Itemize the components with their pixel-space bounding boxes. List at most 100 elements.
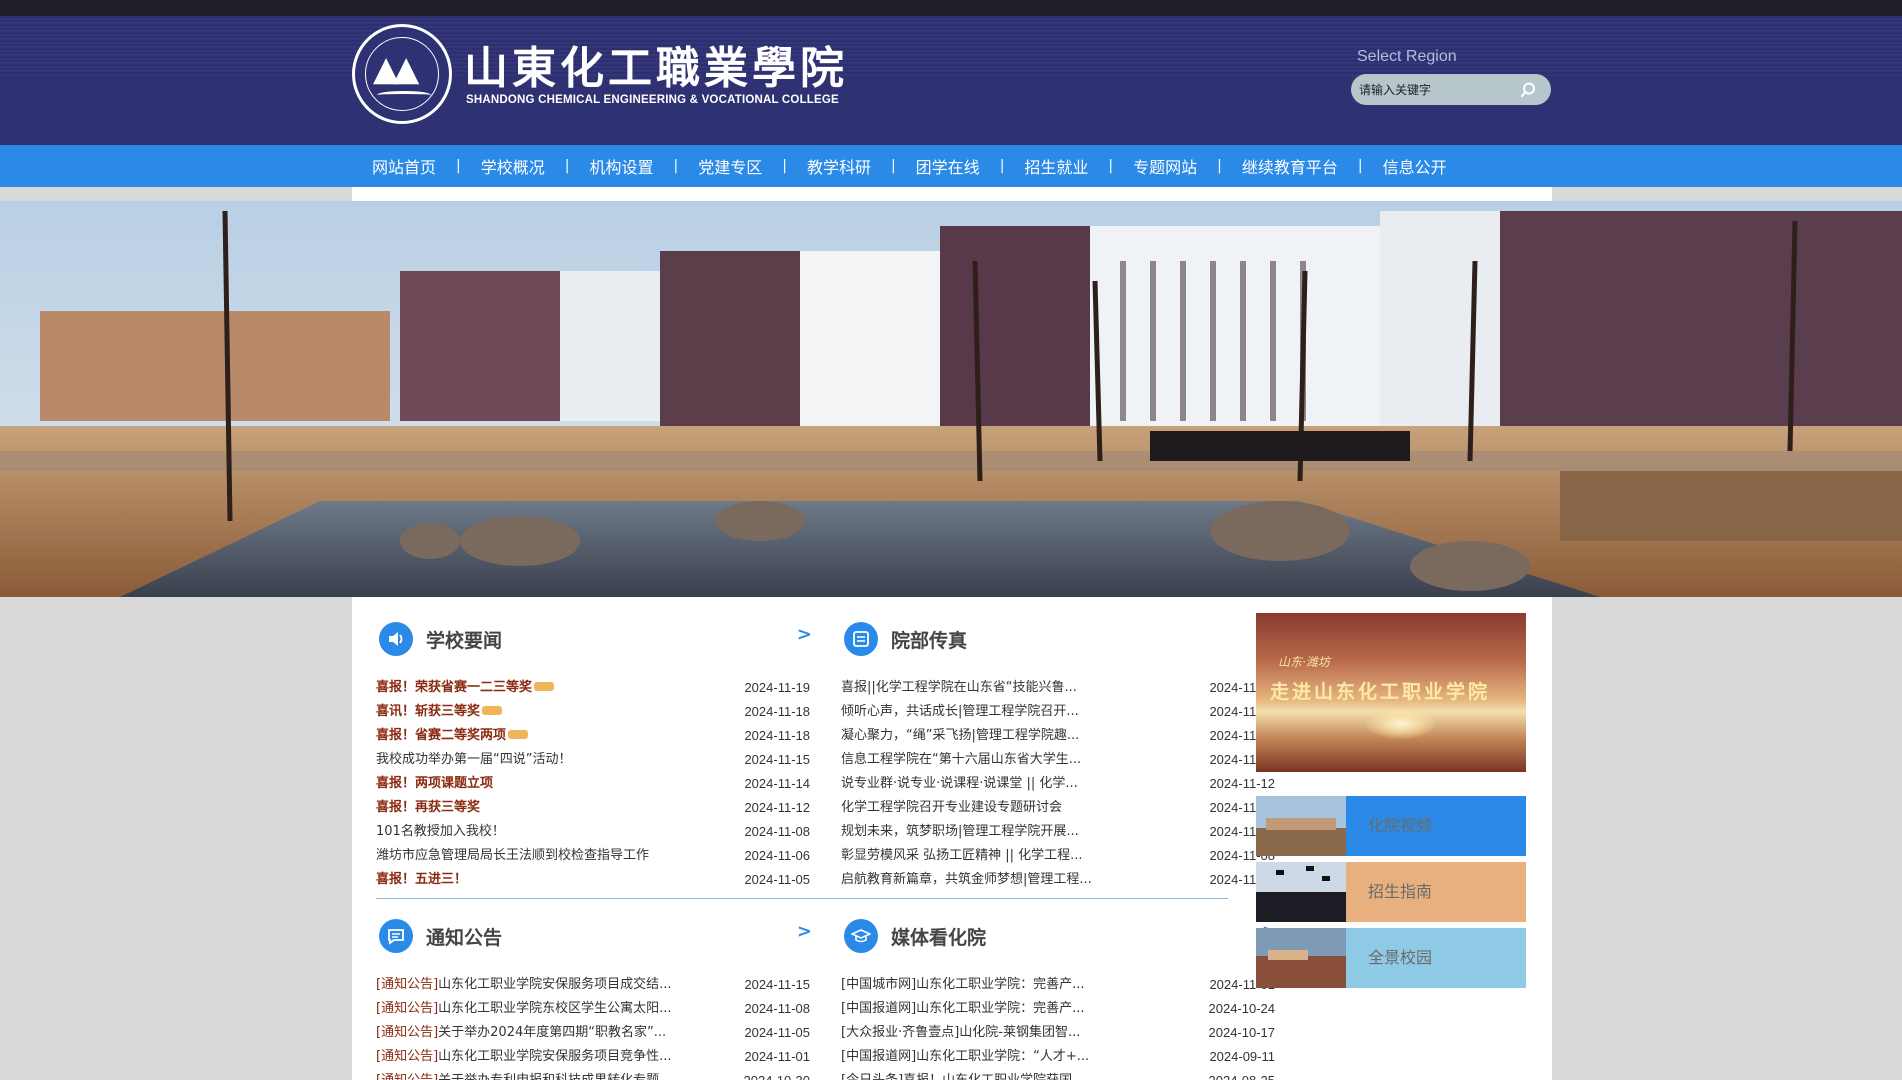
list-item[interactable]: 喜报！五进三！ 2024-11-05 xyxy=(376,868,814,892)
college-emblem: ▲▲ xyxy=(352,24,452,124)
news-list: 喜报！荣获省赛一二三等奖 2024-11-19 喜讯！斩获三等奖 2024-11-18… xyxy=(376,676,814,892)
item-text: 山东化工职业学院安保服务项目成交结... xyxy=(438,977,672,992)
item-date: 2024-11-19 xyxy=(744,680,810,695)
nav-item[interactable]: 学校概况 | xyxy=(461,154,570,178)
nav-item[interactable]: 教学科研 | xyxy=(787,154,896,178)
item-text: 喜报！五进三！ xyxy=(376,872,468,887)
logo-chinese-name: 山東化工職業學院 xyxy=(464,43,848,94)
select-region-link[interactable]: Select Region xyxy=(1357,48,1457,66)
quick-link-admissions[interactable]: 招生指南 xyxy=(1256,862,1526,922)
item-title: 信息工程学院在“第十六届山东省大学生... xyxy=(841,748,1161,772)
list-item[interactable]: 彰显劳模风采 弘扬工匠精神 || 化学工程... 2024-11-08 xyxy=(841,844,1279,868)
list-item[interactable]: 凝心聚力，“绳”采飞扬|管理工程学院趣... 2024-11-13 xyxy=(841,724,1279,748)
list-item[interactable]: [今日头条]喜报！山东化工职业学院获国... 2024-08-25 xyxy=(841,1069,1279,1080)
item-title: 喜报！荣获省赛一二三等奖 xyxy=(376,676,696,700)
quick-link-label: 全景校园 xyxy=(1346,928,1526,988)
item-date: 2024-11-14 xyxy=(744,776,810,791)
more-link[interactable]: > xyxy=(797,921,812,942)
campus-banner[interactable] xyxy=(0,201,1902,597)
nav-item-label: 信息公开 xyxy=(1382,158,1447,177)
nav-item-label: 教学科研 xyxy=(806,158,871,177)
list-item[interactable]: 信息工程学院在“第十六届山东省大学生... 2024-11-13 xyxy=(841,748,1279,772)
section-title: 院部传真 xyxy=(891,630,968,652)
search-icon[interactable] xyxy=(1519,81,1537,99)
list-item[interactable]: 潍坊市应急管理局局长王法顺到校检查指导工作 2024-11-06 xyxy=(376,844,814,868)
list-item[interactable]: 说专业群·说专业·说课程·说课堂 || 化学... 2024-11-12 xyxy=(841,772,1279,796)
nav-item[interactable]: 专题网站 | xyxy=(1113,154,1222,178)
list-item[interactable]: 化学工程学院召开专业建设专题研讨会 2024-11-10 xyxy=(841,796,1279,820)
nav-item-label: 机构设置 xyxy=(589,158,654,177)
nav-item[interactable]: 团学在线 | xyxy=(896,154,1005,178)
nav-item[interactable]: 招生就业 | xyxy=(1004,154,1113,178)
item-text: 喜报！再获三等奖 xyxy=(376,800,481,815)
list-item[interactable]: [通知公告]山东化工职业学院东校区学生公寓太阳... 2024-11-08 xyxy=(376,997,814,1021)
nav-item-label: 学校概况 xyxy=(480,158,545,177)
new-badge-icon xyxy=(482,706,503,715)
list-item[interactable]: 喜报！荣获省赛一二三等奖 2024-11-19 xyxy=(376,676,814,700)
section-title: 学校要闻 xyxy=(426,630,503,652)
graduation-cap-icon xyxy=(844,919,878,953)
item-date: 2024-11-01 xyxy=(744,1049,810,1064)
quick-link-label: 化院视频 xyxy=(1346,796,1526,856)
item-text: [中国城市网]山东化工职业学院：完善产... xyxy=(841,977,1085,992)
nav-list: 网站首页 | 学校概况 | 机构设置 | 党建专区 | 教学科研 | 团学在线 | 招生就业 | 专题网站 |… xyxy=(352,145,1467,187)
nav-item[interactable]: 信息公开 xyxy=(1363,154,1467,178)
item-text: 山东化工职业学院东校区学生公寓太阳... xyxy=(438,1001,672,1016)
quick-link-panorama[interactable]: 全景校园 xyxy=(1256,928,1526,988)
list-item[interactable]: 倾听心声，共话成长|管理工程学院召开... 2024-11-14 xyxy=(841,700,1279,724)
item-title: 倾听心声，共话成长|管理工程学院召开... xyxy=(841,700,1161,724)
item-title: [通知公告]山东化工职业学院东校区学生公寓太阳... xyxy=(376,997,696,1021)
list-item[interactable]: [中国城市网]山东化工职业学院：完善产... 2024-11-01 xyxy=(841,973,1279,997)
logo-english-name: SHANDONG CHEMICAL ENGINEERING & VOCATION… xyxy=(466,94,839,106)
item-title: 101名教授加入我校！ xyxy=(376,820,696,844)
item-date: 2024-10-30 xyxy=(744,1069,811,1080)
feature-promo-image[interactable]: 山东·潍坊 走进山东化工职业学院 xyxy=(1256,613,1526,772)
item-text: [大众报业·齐鲁壹点]山化院-莱钢集团智... xyxy=(841,1025,1081,1040)
more-link[interactable]: > xyxy=(797,624,812,645)
list-item[interactable]: [大众报业·齐鲁壹点]山化院-莱钢集团智... 2024-10-17 xyxy=(841,1021,1279,1045)
list-item[interactable]: [通知公告]山东化工职业学院安保服务项目成交结... 2024-11-15 xyxy=(376,973,814,997)
item-date: 2024-11-08 xyxy=(744,1001,810,1016)
quick-link-video[interactable]: 化院视频 xyxy=(1256,796,1526,856)
nav-item[interactable]: 机构设置 | xyxy=(569,154,678,178)
item-date: 2024-10-17 xyxy=(1208,1025,1276,1040)
list-item[interactable]: 喜报！两项课题立项 2024-11-14 xyxy=(376,772,814,796)
college-logo[interactable]: ▲▲ 山東化工職業學院 SHANDONG CHEMICAL ENGINEERIN… xyxy=(352,24,844,124)
item-title: [今日头条]喜报！山东化工职业学院获国... xyxy=(841,1069,1161,1080)
list-item[interactable]: 喜报！再获三等奖 2024-11-12 xyxy=(376,796,814,820)
list-item[interactable]: 喜讯！斩获三等奖 2024-11-18 xyxy=(376,700,814,724)
item-category: [通知公告] xyxy=(376,1073,438,1080)
media-list: [中国城市网]山东化工职业学院：完善产... 2024-11-01 [中国报道网]山… xyxy=(841,973,1279,1080)
promo-title: 走进山东化工职业学院 xyxy=(1270,681,1491,703)
list-item[interactable]: 喜报！省赛二等奖两项 2024-11-18 xyxy=(376,724,814,748)
item-date: 2024-11-05 xyxy=(744,872,810,887)
search-box xyxy=(1351,74,1551,105)
list-item[interactable]: 101名教授加入我校！ 2024-11-08 xyxy=(376,820,814,844)
list-item[interactable]: [通知公告]山东化工职业学院安保服务项目竞争性... 2024-11-01 xyxy=(376,1045,814,1069)
item-text: 化学工程学院召开专业建设专题研讨会 xyxy=(841,800,1063,815)
list-item[interactable]: [中国报道网]山东化工职业学院：完善产... 2024-10-24 xyxy=(841,997,1279,1021)
item-title: 喜报||化学工程学院在山东省“技能兴鲁... xyxy=(841,676,1161,700)
item-date: 2024-08-25 xyxy=(1209,1069,1276,1080)
list-item[interactable]: 规划未来，筑梦职场|管理工程学院开展... 2024-11-08 xyxy=(841,820,1279,844)
list-item[interactable]: 我校成功举办第一届“四说”活动！ 2024-11-15 xyxy=(376,748,814,772)
nav-item[interactable]: 网站首页 | xyxy=(352,154,461,178)
nav-item[interactable]: 继续教育平台 | xyxy=(1222,154,1363,178)
search-input[interactable] xyxy=(1359,80,1509,99)
list-item[interactable]: 启航教育新篇章，共筑金师梦想|管理工程... 2024-11-06 xyxy=(841,868,1279,892)
list-item[interactable]: [通知公告]关于举办专利申报和科技成果转化专题... 2024-10-30 xyxy=(376,1069,814,1080)
item-title: [通知公告]山东化工职业学院安保服务项目成交结... xyxy=(376,973,696,997)
item-date: 2024-11-08 xyxy=(744,824,810,839)
nav-item-label: 继续教育平台 xyxy=(1241,158,1338,177)
item-title: 喜报！五进三！ xyxy=(376,868,696,892)
list-item[interactable]: [中国报道网]山东化工职业学院：“人才+... 2024-09-11 xyxy=(841,1045,1279,1069)
main-nav: 网站首页 | 学校概况 | 机构设置 | 党建专区 | 教学科研 | 团学在线 | 招生就业 | 专题网站 |… xyxy=(0,145,1902,187)
section-media: 媒体看化院 > [中国城市网]山东化工职业学院：完善产...2024-11-01… xyxy=(841,917,1279,1080)
section-header: 学校要闻 > xyxy=(376,620,814,656)
section-dept-news: 院部传真 > 喜报||化学工程学院在山东省“技能兴鲁...2024-11-16倾… xyxy=(841,620,1279,890)
nav-item[interactable]: 党建专区 | xyxy=(678,154,787,178)
list-item[interactable]: 喜报||化学工程学院在山东省“技能兴鲁... 2024-11-16 xyxy=(841,676,1279,700)
chat-bubble-icon xyxy=(379,919,413,953)
list-item[interactable]: [通知公告]关于举办2024年度第四期“职教名家”... 2024-11-05 xyxy=(376,1021,814,1045)
nav-item-label: 招生就业 xyxy=(1024,158,1089,177)
